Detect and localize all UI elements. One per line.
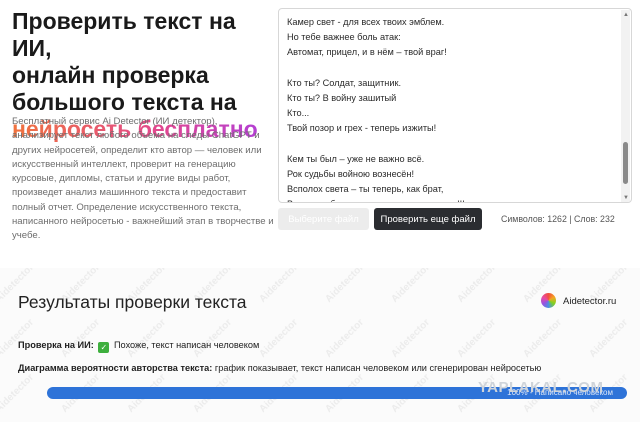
title-line-2: онлайн проверка [12,62,209,88]
aidetector-logo-icon [541,293,556,308]
ai-check-label: Проверка на ИИ: [18,340,94,350]
check-another-file-button[interactable]: Проверить еще файл [374,208,482,230]
scroll-thumb[interactable] [623,142,628,184]
ai-check-row: Проверка на ИИ: ✓ Похоже, текст написан … [18,340,259,353]
chart-label: Диаграмма вероятности авторства текста: [18,363,213,373]
chart-description-row: Диаграмма вероятности авторства текста: … [18,363,541,373]
service-description: Бесплатный сервис Ai Detector (ИИ детект… [12,116,274,242]
watermark-text: Aidetector [0,372,37,415]
watermark-text: Aidetector [257,317,301,360]
watermark-text: Aidetector [0,317,37,360]
choose-file-button[interactable]: Выберите файл [278,208,369,230]
character-word-counter: Символов: 1262 | Слов: 232 [501,214,615,224]
title-line-1: Проверить текст на ИИ, [12,8,236,61]
watermark-text: Aidetector [257,268,301,305]
watermark-text: Aidetector [587,317,631,360]
scroll-up-icon[interactable]: ▲ [623,12,629,18]
chart-description: график показывает, текст написан человек… [214,363,542,373]
yaplakal-watermark: YAPLAKAL.COM [478,379,604,396]
watermark-text: Aidetector [389,268,433,305]
watermark-text: Aidetector [389,317,433,360]
watermark-text: Aidetector [125,317,169,360]
watermark-text: Aidetector [323,268,367,305]
watermark-text: Aidetector [191,317,235,360]
watermark-text: Aidetector [521,317,565,360]
watermark-text: Aidetector [59,317,103,360]
detector-panel: Проверить текст на ИИ, онлайн проверка б… [0,0,640,268]
checkmark-icon: ✓ [98,342,110,353]
results-title: Результаты проверки текста [18,292,247,312]
brand-name: Aidetector.ru [563,296,617,307]
watermark-text: Aidetector [323,317,367,360]
scrollbar[interactable]: ▲ ▼ [621,10,630,202]
watermark-text: Aidetector [455,268,499,305]
text-input-area[interactable]: Камер свет - для всех твоих эмблем. Но т… [278,8,632,203]
watermark-text: Aidetector [455,317,499,360]
scroll-down-icon[interactable]: ▼ [623,195,629,201]
results-panel: Aidetector Aidetector Aidetector Aidetector… [0,268,640,422]
ai-check-value: Похоже, текст написан человеком [113,340,260,350]
text-input-content[interactable]: Камер свет - для всех твоих эмблем. Но т… [287,15,617,202]
title-line-3: большого текста на [12,89,237,115]
